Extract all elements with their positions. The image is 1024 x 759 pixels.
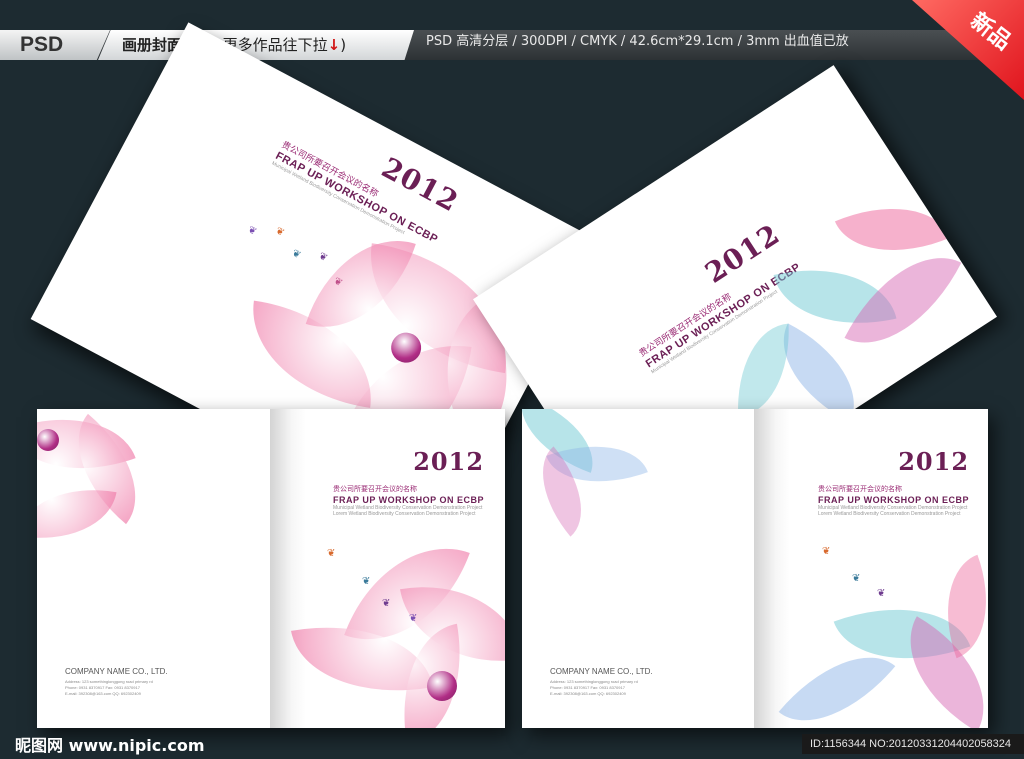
front-en-title-2: FRAP UP WORKSHOP ON ECBP — [818, 495, 970, 505]
banner-close-paren: ) — [340, 36, 347, 54]
company-email: E-mail: 392308@163.com QQ: 692302409 — [65, 691, 141, 696]
spine — [270, 409, 306, 728]
cover-spread-pink: COMPANY NAME CO., LTD. Address: 123 some… — [37, 409, 505, 728]
company-name-2: COMPANY NAME CO., LTD. — [550, 667, 653, 676]
front-en-title: FRAP UP WORKSHOP ON ECBP — [333, 495, 485, 505]
cover-spread-teal: COMPANY NAME CO., LTD. Address: 123 some… — [522, 409, 988, 728]
top-banner: PSD 画册封面设计( 更多作品往下拉↓) PSD 高清分层 / 300DPI … — [0, 30, 1024, 60]
front-cn-title: 贵公司所要召开会议的名称 — [333, 485, 417, 493]
cover-heading: 2012 贵公司所要召开会议的名称 FRAP UP WORKSHOP ON EC… — [271, 104, 464, 251]
front-year-2: 2012 — [898, 447, 970, 476]
psd-label: PSD — [0, 30, 110, 60]
front-year: 2012 — [413, 447, 485, 476]
front-en-sub2: Lorem Wetland Biodiversity Conservation … — [333, 511, 476, 517]
banner-title: 画册封面设计( 更多作品往下拉↓) — [98, 30, 414, 60]
front-en-sub2-2: Lorem Wetland Biodiversity Conservation … — [818, 511, 961, 517]
image-id-tag: ID:1156344 NO:20120331204402058324 — [802, 734, 1024, 754]
company-email-2: E-mail: 392308@163.com QQ: 692302409 — [550, 691, 626, 696]
down-arrow-icon: ↓ — [327, 36, 341, 54]
front-heading: 2012 贵公司所要召开会议的名称 FRAP UP WORKSHOP ON EC… — [333, 447, 484, 517]
front-cn-title-2: 贵公司所要召开会议的名称 — [818, 485, 902, 493]
back-company-block: COMPANY NAME CO., LTD. Address: 123 some… — [65, 667, 168, 697]
back-company-block-2: COMPANY NAME CO., LTD. Address: 123 some… — [550, 667, 653, 697]
spine-2 — [754, 409, 790, 728]
spec-text: PSD 高清分层 / 300DPI / CMYK / 42.6cm*29.1cm… — [426, 34, 849, 49]
site-logo: 昵图网 www.nipic.com — [15, 736, 205, 755]
company-name: COMPANY NAME CO., LTD. — [65, 667, 168, 676]
front-heading-2: 2012 贵公司所要召开会议的名称 FRAP UP WORKSHOP ON EC… — [818, 447, 969, 517]
footer: 昵图网 www.nipic.com ID:1156344 NO:20120331… — [0, 728, 1024, 759]
